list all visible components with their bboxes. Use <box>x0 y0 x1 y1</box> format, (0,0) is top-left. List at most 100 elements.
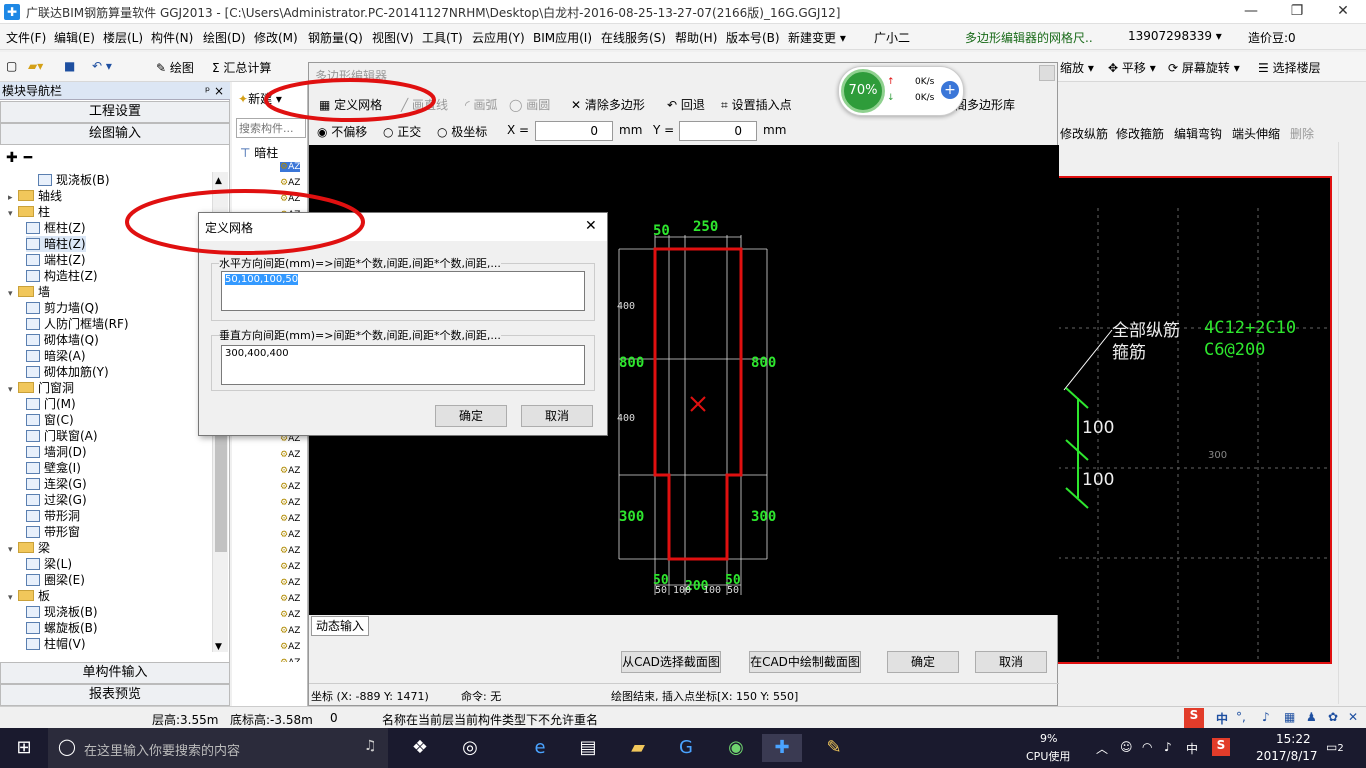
vertical-spacing-input[interactable]: 300,400,400 <box>221 345 585 385</box>
menu-item-12[interactable]: 帮助(H) <box>675 29 717 46</box>
menu-item-16[interactable]: 多边形编辑器的网格尺.. <box>965 29 1093 46</box>
tree-item[interactable]: 现浇板(B) <box>38 172 110 188</box>
right-tool-0[interactable]: 修改纵筋 <box>1060 125 1108 142</box>
tray-sogou-icon[interactable]: S <box>1212 738 1230 756</box>
ime-keyboard-icon[interactable]: ▦ <box>1284 710 1295 724</box>
polygon-library-button[interactable]: 阁多边形库 <box>955 96 1015 113</box>
menu-item-5[interactable]: 修改(M) <box>254 29 298 46</box>
expand-arrow-icon[interactable]: ▾ <box>8 286 18 302</box>
tab-report-preview[interactable]: 报表预览 <box>0 684 230 706</box>
tree-item[interactable]: 窗(C) <box>26 412 74 428</box>
editor-ok-button[interactable]: 确定 <box>887 651 959 673</box>
tray-lang[interactable]: 中 <box>1186 740 1198 757</box>
expand-arrow-icon[interactable]: ▾ <box>8 382 18 398</box>
notification-icon[interactable]: ▭2 <box>1326 740 1344 754</box>
component-list-item[interactable]: ⚙AZ <box>280 194 300 204</box>
wifi-icon[interactable]: ◠ <box>1142 740 1152 754</box>
ime-mic-icon[interactable]: ♪ <box>1262 710 1270 724</box>
tree-root-anzhu[interactable]: ⊤ 暗柱 <box>240 144 278 161</box>
save-icon[interactable]: ■ <box>64 59 75 73</box>
tree-item[interactable]: 梁(L) <box>26 556 72 572</box>
tree-item[interactable]: 柱帽(V) <box>26 636 86 652</box>
tree-item[interactable]: 现浇板(B) <box>26 604 98 620</box>
menu-item-1[interactable]: 编辑(E) <box>54 29 95 46</box>
mic-icon[interactable]: ♫ <box>364 738 377 754</box>
menu-item-6[interactable]: 钢筋量(Q) <box>308 29 363 46</box>
tree-item[interactable]: 端柱(Z) <box>26 252 86 268</box>
right-tool-2[interactable]: 编辑弯钩 <box>1174 125 1222 142</box>
menu-item-10[interactable]: BIM应用(I) <box>533 29 592 46</box>
tree-item[interactable]: 砌体墙(Q) <box>26 332 99 348</box>
x-input[interactable]: 0 <box>535 121 613 141</box>
sum-calc-button[interactable]: Σ 汇总计算 <box>212 59 271 76</box>
explorer-icon[interactable]: ▰ <box>618 734 658 762</box>
component-list-item[interactable]: ⚙AZ <box>280 626 300 636</box>
component-list-item[interactable]: ⚙AZ <box>280 610 300 620</box>
ime-lang[interactable]: 中 <box>1216 710 1228 727</box>
select-floor-button[interactable]: ☰ 选择楼层 <box>1258 59 1321 76</box>
tree-item[interactable]: 人防门框墙(RF) <box>26 316 129 332</box>
component-list-item[interactable]: ⚙AZ <box>280 178 300 188</box>
clear-polygon-button[interactable]: ✕ 清除多边形 <box>571 96 645 113</box>
menu-item-8[interactable]: 工具(T) <box>422 29 463 46</box>
tree-item[interactable]: 门联窗(A) <box>26 428 98 444</box>
green-app-icon[interactable]: ◉ <box>716 734 756 762</box>
tree-item[interactable]: ▾ 梁 <box>8 540 50 556</box>
expand-arrow-icon[interactable]: ▾ <box>8 542 18 558</box>
pin-icon[interactable]: ᵖ × <box>205 82 224 100</box>
draw-arc-button[interactable]: ◜ 画弧 <box>465 96 497 113</box>
component-list-item[interactable]: ⚙AZ <box>280 482 300 492</box>
dialog-cancel-button[interactable]: 取消 <box>521 405 593 427</box>
menu-item-7[interactable]: 视图(V) <box>372 29 414 46</box>
component-list-item[interactable]: ⚙AZ <box>280 562 300 572</box>
tab-single-input[interactable]: 单构件输入 <box>0 662 230 684</box>
undo-icon[interactable]: ↶ ▾ <box>92 59 112 73</box>
menu-item-13[interactable]: 版本号(B) <box>726 29 780 46</box>
ime-skin-icon[interactable]: ✿ <box>1328 710 1338 724</box>
rotate-screen-button[interactable]: ⟳ 屏幕旋转 ▾ <box>1168 59 1240 76</box>
draw-circle-button[interactable]: ◯ 画圆 <box>509 96 550 113</box>
component-list-item[interactable]: ⚙AZ <box>280 498 300 508</box>
tree-item[interactable]: 框柱(Z) <box>26 220 86 236</box>
ggj-app-icon[interactable]: ✚ <box>762 734 802 762</box>
tree-item[interactable]: ▾ 板 <box>8 588 50 604</box>
tree-item[interactable]: 壁龛(I) <box>26 460 81 476</box>
tree-item[interactable]: 剪力墙(Q) <box>26 300 99 316</box>
dynamic-input-tab[interactable]: 动态输入 <box>311 616 369 636</box>
open-folder-icon[interactable]: ▰▾ <box>28 59 43 73</box>
y-input[interactable]: 0 <box>679 121 757 141</box>
new-component-button[interactable]: ✦新建 ▾ <box>238 90 282 107</box>
menu-item-11[interactable]: 在线服务(S) <box>601 29 666 46</box>
undo-button[interactable]: ↶ 回退 <box>667 96 705 113</box>
set-insert-point-button[interactable]: ⌗ 设置插入点 <box>721 96 792 113</box>
select-from-cad-button[interactable]: 从CAD选择截面图 <box>621 651 721 673</box>
accelerate-icon[interactable]: + <box>941 81 959 99</box>
tree-item[interactable]: ▾ 柱 <box>8 204 50 220</box>
component-search-input[interactable] <box>236 118 306 138</box>
tab-draw-input[interactable]: 绘图输入 <box>0 123 230 145</box>
tree-item[interactable]: 带形洞 <box>26 508 80 524</box>
draw-in-cad-button[interactable]: 在CAD中绘制截面图 <box>749 651 861 673</box>
tree-item[interactable]: 带形窗 <box>26 524 80 540</box>
maximize-button[interactable]: ❐ <box>1274 0 1320 24</box>
volume-icon[interactable]: ♪ <box>1164 740 1172 754</box>
ime-user-icon[interactable]: ♟ <box>1306 710 1317 724</box>
mode-no-offset[interactable]: ◉ 不偏移 <box>317 123 367 140</box>
glodon-g-icon[interactable]: G <box>666 734 706 762</box>
tree-item[interactable]: 暗梁(A) <box>26 348 86 364</box>
horizontal-spacing-input[interactable]: 50,100,100,50 <box>221 271 585 311</box>
right-scrollbar[interactable] <box>1338 142 1364 704</box>
menu-item-15[interactable]: 广小二 <box>874 29 910 46</box>
draw-line-button[interactable]: ╱ 画直线 <box>401 96 448 113</box>
component-list-item[interactable]: ⚙AZ <box>280 546 300 556</box>
edge-icon[interactable]: e <box>520 734 560 762</box>
new-file-icon[interactable]: ▢ <box>6 59 17 73</box>
component-list-item[interactable]: ⚙AZ <box>280 450 300 460</box>
tree-item[interactable]: 门(M) <box>26 396 76 412</box>
tree-item[interactable]: 墙洞(D) <box>26 444 87 460</box>
tree-item[interactable]: 圈梁(E) <box>26 572 85 588</box>
tree-item[interactable]: ▾ 墙 <box>8 284 50 300</box>
tree-item[interactable]: ▸ 轴线 <box>8 188 62 204</box>
tree-item[interactable]: 过梁(G) <box>26 492 87 508</box>
tab-project-settings[interactable]: 工程设置 <box>0 101 230 123</box>
